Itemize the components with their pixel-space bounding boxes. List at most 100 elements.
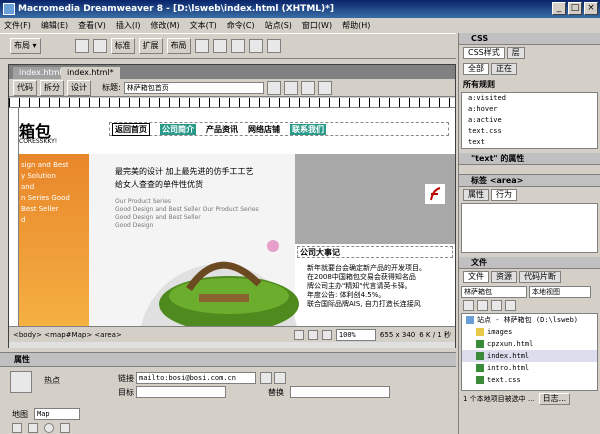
maximize-icon[interactable]: □ <box>568 2 582 15</box>
series-line: Good Design and Best Seller <box>115 214 201 221</box>
tab-index-html-active[interactable]: index.html* <box>61 67 120 79</box>
files-panel-header[interactable]: 文件 <box>459 257 600 269</box>
circle-hotspot-icon[interactable] <box>44 423 54 433</box>
tab-assets[interactable]: 资源 <box>491 271 517 283</box>
view-options-icon[interactable] <box>317 80 332 95</box>
rule-properties-header[interactable]: "text" 的属性 <box>459 153 600 165</box>
tab-files[interactable]: 文件 <box>463 271 489 283</box>
tab-css-styles[interactable]: CSS样式 <box>463 47 505 59</box>
behaviors-list[interactable] <box>461 203 598 253</box>
horizontal-scrollbar[interactable] <box>9 342 455 348</box>
split-view-button[interactable]: 拆分 <box>40 79 64 96</box>
tab-attributes[interactable]: 属性 <box>463 189 489 201</box>
code-view-button[interactable]: 代码 <box>13 79 37 96</box>
all-rules-button[interactable]: 全部 <box>463 63 489 75</box>
tab-index-html[interactable]: index.html <box>13 67 68 79</box>
file-management-icon[interactable] <box>266 80 281 95</box>
menu-file[interactable]: 文件(F) <box>4 20 31 31</box>
tag-inspector-header[interactable]: 标签 <area> <box>459 175 600 187</box>
menu-modify[interactable]: 修改(M) <box>150 20 179 31</box>
site-select[interactable]: 林萨箱包 <box>461 286 527 298</box>
news-item[interactable]: 新年就要台会确定新产品的开发项目。 <box>307 264 455 273</box>
menu-site[interactable]: 站点(S) <box>265 20 292 31</box>
rect-hotspot-icon[interactable] <box>28 423 38 433</box>
standard-mode-button[interactable]: 标准 <box>110 38 135 54</box>
file-item[interactable]: images <box>462 326 597 338</box>
nav-home[interactable]: 返回首页 <box>112 122 150 136</box>
properties-header[interactable]: 属性 <box>0 353 456 367</box>
expanded-mode-button[interactable]: 扩展 <box>138 38 163 54</box>
map-name-input[interactable]: Map <box>34 408 80 420</box>
tab-snippets[interactable]: 代码片断 <box>519 271 561 283</box>
news-item[interactable]: 联合国际品牌AIS, 自力打造长连接风 <box>307 300 455 309</box>
alt-select[interactable] <box>290 386 390 398</box>
link-input[interactable]: mailto:bosi@bosi.com.cn <box>136 372 256 384</box>
menu-insert[interactable]: 插入(I) <box>116 20 141 31</box>
target-select[interactable] <box>136 386 226 398</box>
css-rule[interactable]: text.css <box>462 126 597 137</box>
frameset-icon[interactable] <box>266 39 281 53</box>
table-icon[interactable] <box>74 39 89 53</box>
zoom-tool-icon[interactable] <box>321 329 332 340</box>
layer-icon[interactable] <box>92 39 107 53</box>
layout-cell-icon[interactable] <box>212 39 227 53</box>
news-item[interactable]: 在2008中国箱包交易会获得知名品 <box>307 273 455 282</box>
put-files-icon[interactable] <box>505 300 516 311</box>
menu-text[interactable]: 文本(T) <box>190 20 217 31</box>
news-item[interactable]: 年度公告: 体利创4.5%。 <box>307 291 455 300</box>
nav-products[interactable]: 产品资讯 <box>206 124 238 135</box>
tag-selector[interactable]: <body> <map#Map> <area> <box>13 331 122 339</box>
nav-about[interactable]: 公司简介 <box>160 123 196 135</box>
point-to-file-icon[interactable] <box>260 372 272 384</box>
tab-behaviors[interactable]: 行为 <box>491 189 517 201</box>
file-item[interactable]: cpzxun.html <box>462 338 597 350</box>
browse-folder-icon[interactable] <box>274 372 286 384</box>
design-view-button[interactable]: 设计 <box>67 79 91 96</box>
news-item[interactable]: 牌公司主办"精知"代言请英卡驿。 <box>307 282 455 291</box>
flash-placeholder[interactable] <box>295 154 455 244</box>
nav-store[interactable]: 网络店铺 <box>248 124 280 135</box>
design-canvas[interactable]: 箱包 CORESSKKY! 返回首页 公司简介 产品资讯 网络店铺 联系我们 s… <box>19 108 455 326</box>
page-title-input[interactable]: 林萨箱包首页 <box>123 81 264 94</box>
tab-layers[interactable]: 层 <box>506 47 525 59</box>
file-item[interactable]: text.css <box>462 374 597 386</box>
polygon-hotspot-icon[interactable] <box>60 423 70 433</box>
view-select[interactable]: 本地视图 <box>529 286 591 298</box>
zoom-select[interactable]: 100% <box>335 328 376 341</box>
nav-contact[interactable]: 联系我们 <box>290 123 326 135</box>
file-item[interactable]: intro.html <box>462 362 597 374</box>
minimize-icon[interactable]: _ <box>552 2 566 15</box>
hand-tool-icon[interactable] <box>307 329 318 340</box>
file-item[interactable]: index.html <box>462 350 597 362</box>
layout-mode-button[interactable]: 布局 <box>166 38 191 54</box>
css-rule[interactable]: a:active <box>462 115 597 126</box>
css-panel-header[interactable]: CSS <box>459 33 600 45</box>
insert-category-dropdown[interactable]: 布局 ▾ <box>10 38 41 54</box>
layout-table-icon[interactable] <box>194 39 209 53</box>
preview-browser-icon[interactable] <box>283 80 298 95</box>
target-label: 目标 <box>118 388 134 397</box>
window-size[interactable]: 655 x 340 <box>380 331 415 339</box>
css-rule[interactable]: text <box>462 137 597 148</box>
frame-icon[interactable] <box>230 39 245 53</box>
pointer-hotspot-icon[interactable] <box>12 423 22 433</box>
current-rules-button[interactable]: 正在 <box>491 63 517 75</box>
select-tool-icon[interactable] <box>293 329 304 340</box>
refresh-icon[interactable] <box>300 80 315 95</box>
files-tabs: 文件 资源 代码片断 <box>459 269 600 285</box>
menu-view[interactable]: 查看(V) <box>78 20 106 31</box>
css-rule[interactable]: a:visited <box>462 93 597 104</box>
menu-edit[interactable]: 编辑(E) <box>41 20 68 31</box>
close-icon[interactable]: × <box>584 2 598 15</box>
menu-help[interactable]: 帮助(H) <box>342 20 370 31</box>
get-files-icon[interactable] <box>491 300 502 311</box>
css-rule[interactable]: a:hover <box>462 104 597 115</box>
tabular-data-icon[interactable] <box>248 39 263 53</box>
log-button[interactable]: 日志... <box>538 393 571 405</box>
news-list: 新年就要台会确定新产品的开发项目。 在2008中国箱包交易会获得知名品 牌公司主… <box>307 264 455 309</box>
menu-commands[interactable]: 命令(C) <box>227 20 255 31</box>
menu-window[interactable]: 窗口(W) <box>302 20 332 31</box>
file-item[interactable]: 站点 - 林萨箱包 (D:\lsweb) <box>462 314 597 326</box>
refresh-files-icon[interactable] <box>477 300 488 311</box>
connect-icon[interactable] <box>463 300 474 311</box>
